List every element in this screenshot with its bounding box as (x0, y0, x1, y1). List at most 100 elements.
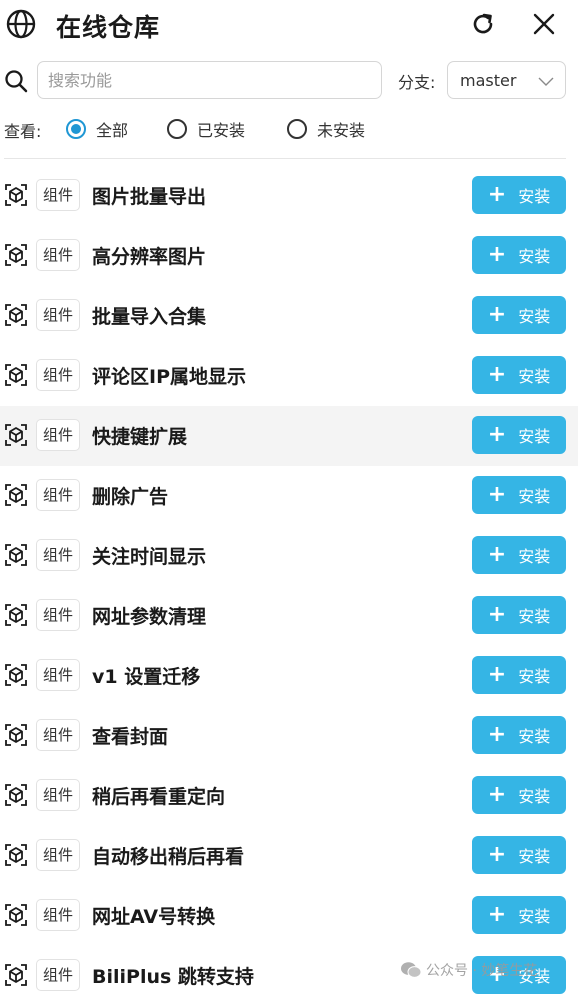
item-name: 稍后再看重定向 (92, 786, 226, 808)
list-item: 组件 v1 设置迁移 + 安装 (0, 646, 578, 706)
component-cube-icon (5, 664, 27, 686)
list-item: 组件 网址参数清理 + 安装 (0, 586, 578, 646)
component-cube-icon (5, 184, 27, 206)
radio-all[interactable]: 全部 (66, 112, 128, 146)
item-name: 关注时间显示 (92, 546, 207, 568)
plus-icon: + (487, 902, 507, 927)
type-tag: 组件 (36, 719, 81, 751)
watermark: 公众号 · 妙笔生花 (400, 960, 537, 980)
watermark-text: 公众号 · 妙笔生花 (426, 963, 538, 979)
install-button[interactable]: + 安装 (472, 776, 566, 814)
component-list: 组件 图片批量导出 + 安装 组件 高分辨率图片 + 安装 组件 批量导入合集 + 安… (0, 166, 578, 996)
install-label: 安装 (518, 427, 551, 446)
refresh-icon[interactable] (470, 11, 496, 37)
install-label: 安装 (518, 307, 551, 326)
item-name: 查看封面 (92, 726, 169, 748)
list-item: 组件 稍后再看重定向 + 安装 (0, 766, 578, 826)
component-cube-icon (5, 484, 27, 506)
component-cube-icon (5, 364, 27, 386)
install-label: 安装 (518, 247, 551, 266)
install-button[interactable]: + 安装 (472, 236, 566, 274)
item-name: 评论区IP属地显示 (92, 366, 246, 388)
type-tag: 组件 (36, 539, 81, 571)
item-name: 网址AV号转换 (92, 906, 216, 928)
component-cube-icon (5, 784, 27, 806)
install-label: 安装 (518, 847, 551, 866)
component-cube-icon (5, 304, 27, 326)
radio-not-installed[interactable]: 未安装 (287, 112, 365, 146)
install-button[interactable]: + 安装 (472, 536, 566, 574)
item-name: 删除广告 (92, 486, 169, 508)
search-icon (5, 70, 28, 93)
install-label: 安装 (518, 787, 551, 806)
install-button[interactable]: + 安装 (472, 656, 566, 694)
list-item: 组件 快捷键扩展 + 安装 (0, 406, 578, 466)
type-tag: 组件 (36, 899, 81, 931)
radio-installed[interactable]: 已安装 (167, 112, 245, 146)
install-button[interactable]: + 安装 (472, 356, 566, 394)
plus-icon: + (487, 722, 507, 747)
install-label: 安装 (518, 487, 551, 506)
list-item: 组件 批量导入合集 + 安装 (0, 286, 578, 346)
plus-icon: + (487, 782, 507, 807)
install-button[interactable]: + 安装 (472, 176, 566, 214)
component-cube-icon (5, 904, 27, 926)
install-button[interactable]: + 安装 (472, 836, 566, 874)
item-name: BiliPlus 跳转支持 (92, 966, 254, 988)
list-item: 组件 关注时间显示 + 安装 (0, 526, 578, 586)
type-tag: 组件 (36, 179, 81, 211)
type-tag: 组件 (36, 839, 81, 871)
component-cube-icon (5, 964, 27, 986)
type-tag: 组件 (36, 779, 81, 811)
plus-icon: + (487, 182, 507, 207)
plus-icon: + (487, 362, 507, 387)
radio-checked-icon (66, 119, 86, 139)
type-tag: 组件 (36, 479, 81, 511)
install-label: 安装 (518, 547, 551, 566)
branch-value: master (460, 71, 517, 90)
item-name: 快捷键扩展 (92, 426, 188, 448)
branch-label: 分支: (398, 73, 436, 92)
plus-icon: + (487, 662, 507, 687)
close-icon[interactable] (532, 12, 556, 36)
item-name: v1 设置迁移 (92, 666, 201, 688)
install-button[interactable]: + 安装 (472, 716, 566, 754)
component-cube-icon (5, 424, 27, 446)
plus-icon: + (487, 302, 507, 327)
item-name: 网址参数清理 (92, 606, 207, 628)
plus-icon: + (487, 542, 507, 567)
filter-row: 查看: 全部 已安装 未安装 (0, 112, 578, 146)
type-tag: 组件 (36, 419, 81, 451)
install-button[interactable]: + 安装 (472, 476, 566, 514)
list-item: 组件 高分辨率图片 + 安装 (0, 226, 578, 286)
type-tag: 组件 (36, 299, 81, 331)
list-item: 组件 图片批量导出 + 安装 (0, 166, 578, 226)
install-label: 安装 (518, 367, 551, 386)
install-label: 安装 (518, 727, 551, 746)
chevron-down-icon (538, 77, 554, 86)
list-item: 组件 自动移出稍后再看 + 安装 (0, 826, 578, 886)
page-title: 在线仓库 (56, 13, 161, 42)
component-cube-icon (5, 244, 27, 266)
search-row: 分支: master (0, 60, 578, 102)
install-button[interactable]: + 安装 (472, 416, 566, 454)
list-item: 组件 网址AV号转换 + 安装 (0, 886, 578, 946)
list-item: 组件 查看封面 + 安装 (0, 706, 578, 766)
component-cube-icon (5, 844, 27, 866)
component-cube-icon (5, 544, 27, 566)
install-button[interactable]: + 安装 (472, 596, 566, 634)
type-tag: 组件 (36, 659, 81, 691)
install-button[interactable]: + 安装 (472, 296, 566, 334)
wechat-icon (401, 962, 422, 978)
plus-icon: + (487, 602, 507, 627)
branch-select[interactable]: master (447, 61, 566, 99)
install-button[interactable]: + 安装 (472, 896, 566, 934)
plus-icon: + (487, 242, 507, 267)
radio-unchecked-icon (167, 119, 187, 139)
search-input[interactable] (37, 61, 382, 99)
plus-icon: + (487, 842, 507, 867)
type-tag: 组件 (36, 599, 81, 631)
type-tag: 组件 (36, 239, 81, 271)
install-label: 安装 (518, 187, 551, 206)
header: 在线仓库 (0, 0, 578, 48)
